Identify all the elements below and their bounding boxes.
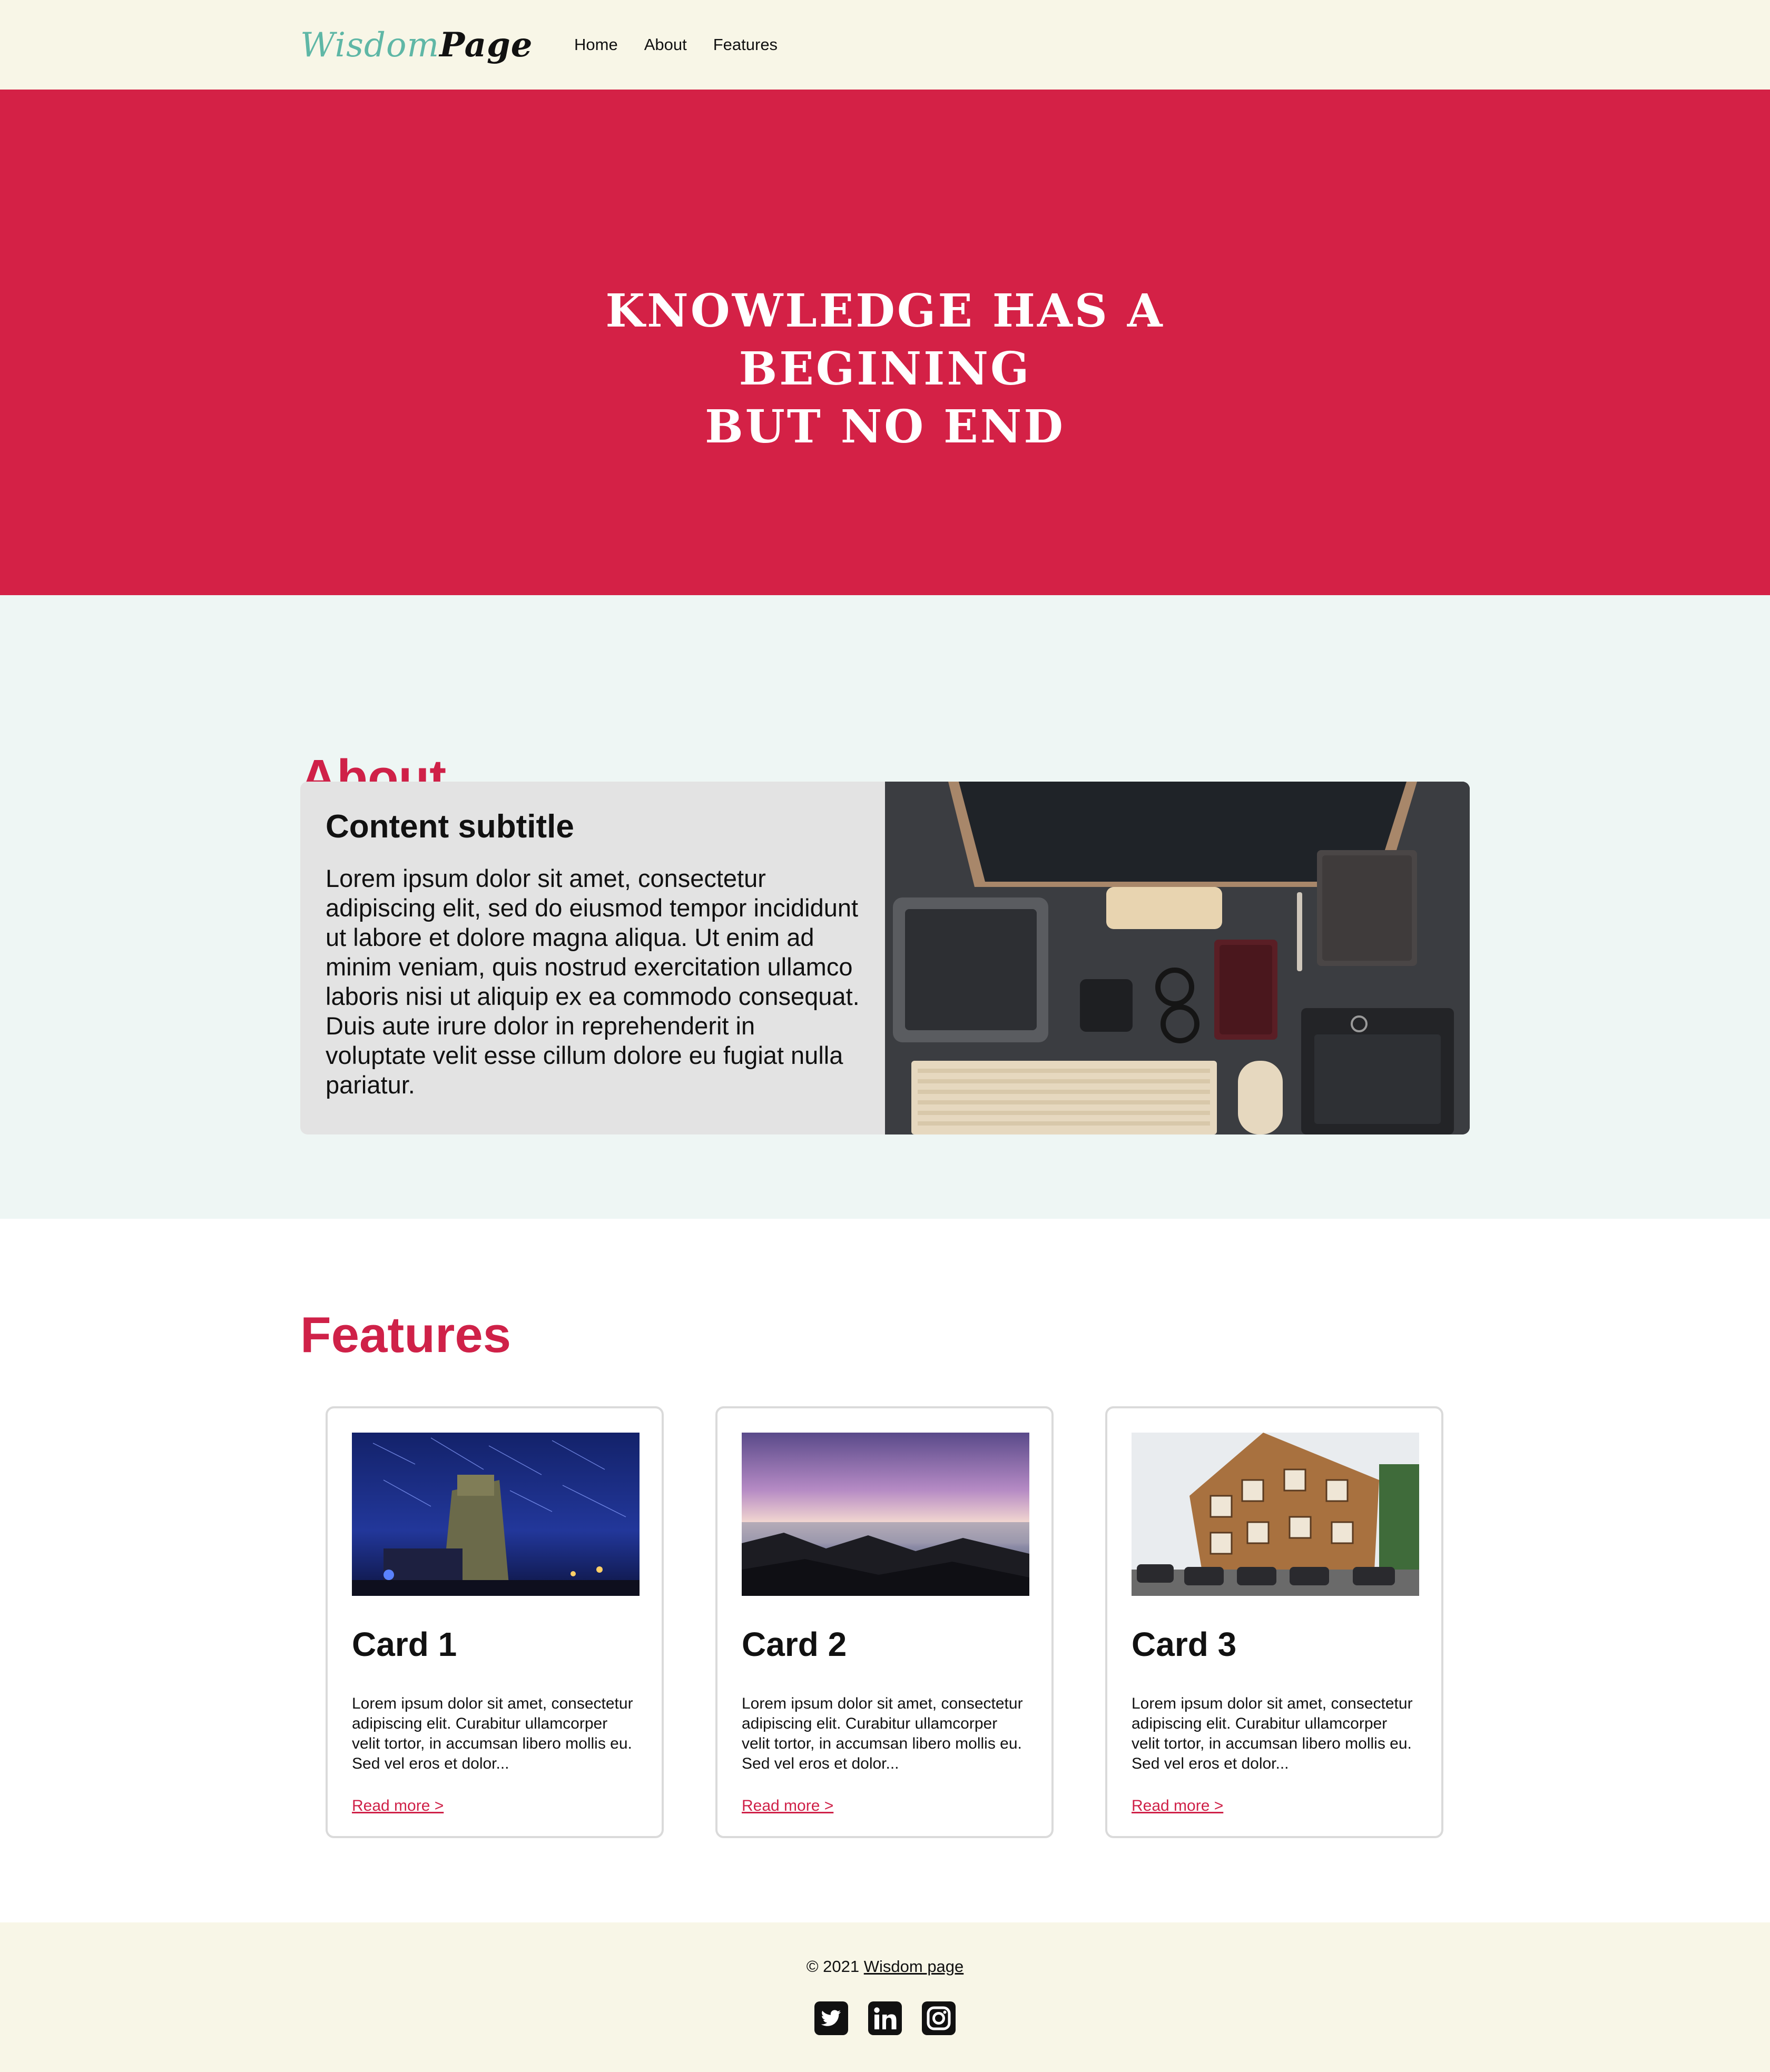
features-section: Features Card 1 Lorem ipsum dolor sit am…: [0, 1219, 1770, 1922]
card-2-text: Lorem ipsum dolor sit amet, consectetur …: [742, 1695, 1023, 1772]
footer-wisdom-page-link[interactable]: Wisdom page: [864, 1957, 964, 1976]
card-1-text: Lorem ipsum dolor sit amet, consectetur …: [352, 1695, 633, 1772]
logo-wisdom-text: Wisdom: [300, 25, 440, 65]
about-subtitle: Content subtitle: [326, 808, 574, 845]
card-3-text: Lorem ipsum dolor sit amet, consectetur …: [1132, 1695, 1413, 1772]
card-1-read-more-link[interactable]: Read more >: [352, 1797, 444, 1815]
hero-title-line-1: KNOWLEDGE HAS A BEGINING: [605, 284, 1165, 396]
night-tower-illustration: [352, 1433, 640, 1596]
logo-page-text: Page: [439, 25, 533, 65]
site-header: WisdomPage Home About Features: [0, 0, 1770, 90]
linkedin-icon[interactable]: [868, 2001, 902, 2035]
nav-features-link[interactable]: Features: [713, 35, 778, 54]
instagram-icon[interactable]: [922, 2001, 956, 2035]
feature-card-2: Card 2 Lorem ipsum dolor sit amet, conse…: [715, 1406, 1054, 1838]
about-section: About Content subtitle Lorem ipsum dolor…: [0, 595, 1770, 1219]
main-nav: Home About Features: [574, 35, 778, 54]
nav-home-link[interactable]: Home: [574, 35, 618, 54]
hero-title: KNOWLEDGE HAS A BEGINING BUT NO END: [464, 282, 1306, 456]
card-3-title: Card 3: [1132, 1625, 1237, 1663]
hero-title-line-2: BUT NO END: [705, 400, 1065, 453]
footer-copyright: © 2021 Wisdom page: [0, 1957, 1770, 1976]
about-text-panel: Content subtitle Lorem ipsum dolor sit a…: [300, 782, 885, 1134]
card-1-title: Card 1: [352, 1625, 457, 1663]
card-2-title: Card 2: [742, 1625, 847, 1663]
twitter-icon[interactable]: [814, 2001, 848, 2035]
desk-workspace-image: [885, 782, 1470, 1134]
feature-card-1: Card 1 Lorem ipsum dolor sit amet, conse…: [326, 1406, 664, 1838]
feature-cards: Card 1 Lorem ipsum dolor sit amet, conse…: [326, 1406, 1443, 1838]
social-links: [814, 2001, 956, 2035]
about-body-text: Lorem ipsum dolor sit amet, consectetur …: [326, 864, 860, 1099]
card-3-image: [1132, 1433, 1419, 1596]
features-title: Features: [300, 1307, 512, 1363]
tilted-building-illustration: [1132, 1433, 1419, 1596]
card-2-image: [742, 1433, 1029, 1596]
sunset-shore-illustration: [742, 1433, 1029, 1596]
desk-workspace-illustration: [885, 782, 1470, 1134]
site-logo[interactable]: WisdomPage: [300, 25, 574, 65]
feature-card-3: Card 3 Lorem ipsum dolor sit amet, conse…: [1105, 1406, 1443, 1838]
site-footer: © 2021 Wisdom page: [0, 1922, 1770, 2072]
card-3-read-more-link[interactable]: Read more >: [1132, 1797, 1223, 1815]
card-2-read-more-link[interactable]: Read more >: [742, 1797, 833, 1815]
hero-banner: KNOWLEDGE HAS A BEGINING BUT NO END: [0, 90, 1770, 595]
instagram-icon-glyph: [922, 2001, 956, 2035]
nav-about-link[interactable]: About: [644, 35, 687, 54]
copyright-text: © 2021: [806, 1957, 860, 1976]
card-1-image: [352, 1433, 640, 1596]
twitter-icon-glyph: [814, 2001, 848, 2035]
linkedin-icon-glyph: [868, 2001, 902, 2035]
about-content-box: Content subtitle Lorem ipsum dolor sit a…: [300, 782, 1470, 1134]
